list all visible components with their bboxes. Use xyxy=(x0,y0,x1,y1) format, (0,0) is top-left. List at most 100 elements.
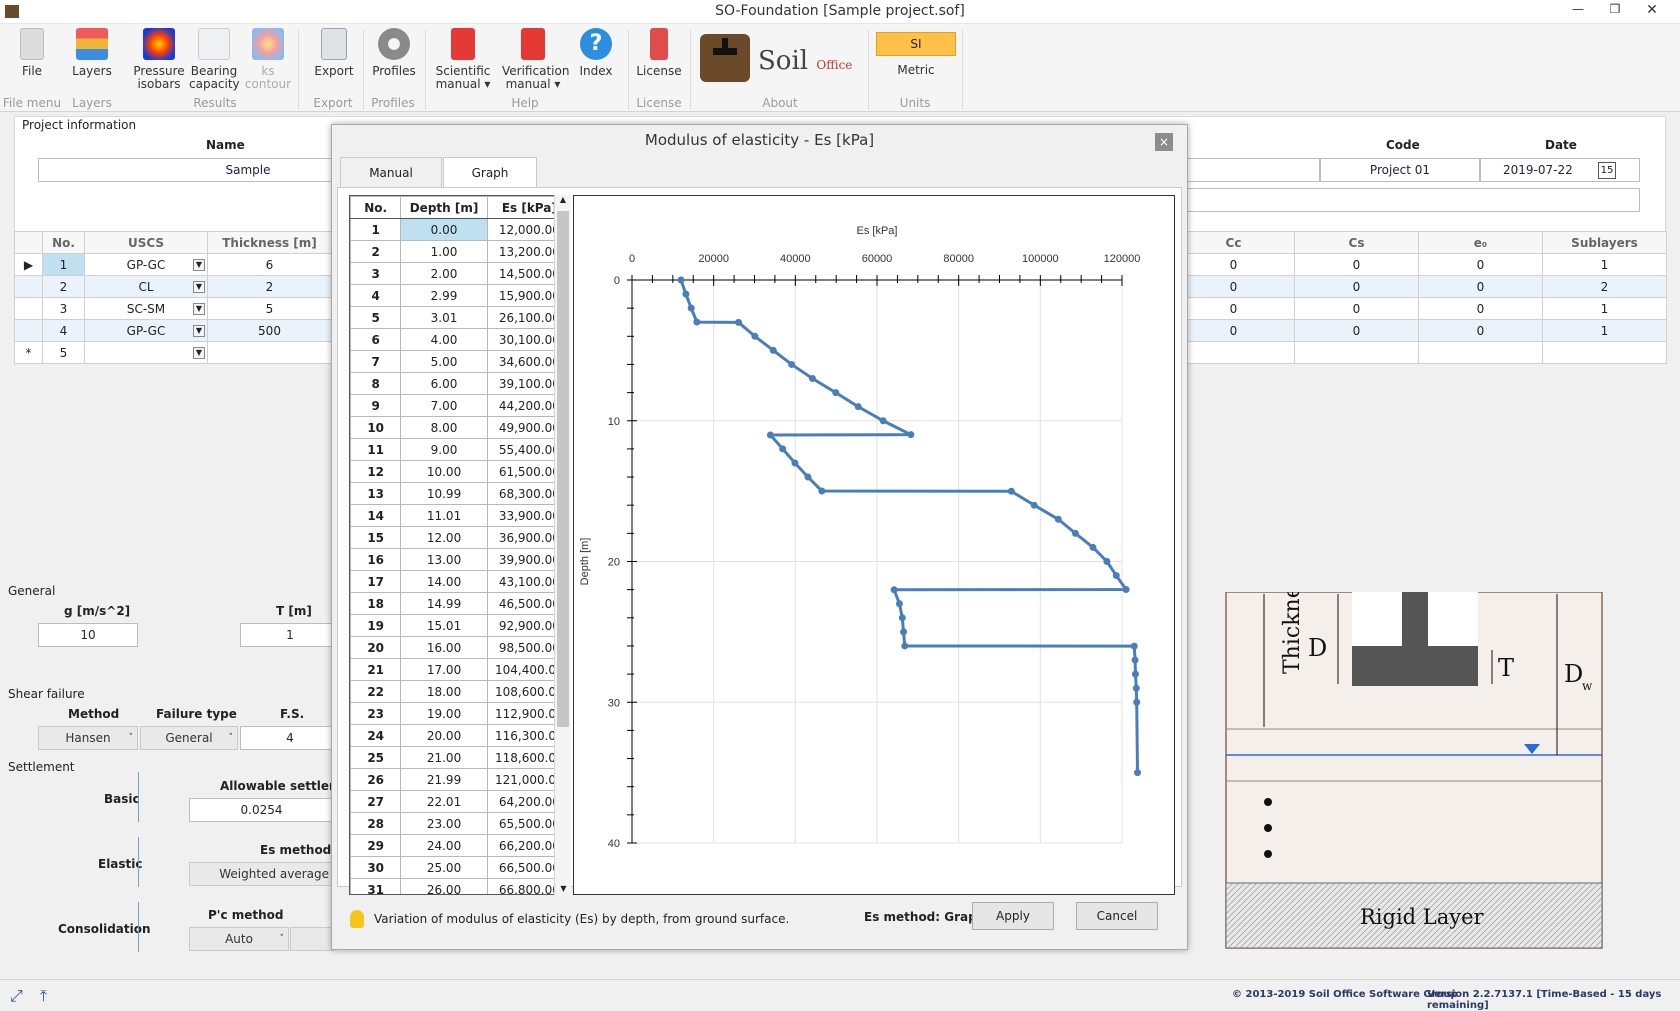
table-cell[interactable]: 0 xyxy=(1418,275,1543,298)
pressure-isobars-button[interactable]: Pressure isobars xyxy=(131,28,187,91)
depth-cell[interactable]: 14.99 xyxy=(400,592,488,615)
description-field[interactable] xyxy=(1180,158,1320,182)
table-cell[interactable]: 1 xyxy=(1542,319,1667,342)
es-table-row[interactable]: 23 19.00 112,900.00 xyxy=(350,702,570,725)
code-field[interactable]: Project 01 xyxy=(1320,158,1480,182)
uscs-cell[interactable]: GP-GC ▼ xyxy=(84,253,208,276)
es-table-row[interactable]: 21 17.00 104,400.00 xyxy=(350,658,570,681)
expand-icon[interactable]: ⤢ xyxy=(10,986,23,1006)
row-number[interactable]: 30 xyxy=(350,856,402,879)
notes-field[interactable] xyxy=(1180,188,1640,212)
table-cell[interactable]: 0 xyxy=(1172,297,1295,320)
fs-input[interactable]: 4 xyxy=(240,726,340,750)
depth-cell[interactable]: 14.00 xyxy=(400,570,488,593)
es-table-row[interactable]: 26 21.99 121,000.00 xyxy=(350,768,570,791)
depth-cell[interactable]: 4.00 xyxy=(400,328,488,351)
dropdown-icon[interactable]: ▼ xyxy=(193,303,205,315)
dialog-close-button[interactable]: × xyxy=(1155,133,1173,151)
thickness-cell[interactable]: 6 xyxy=(207,253,332,276)
row-number[interactable]: 2 xyxy=(350,240,402,263)
depth-cell[interactable]: 2.99 xyxy=(400,284,488,307)
row-number[interactable]: 27 xyxy=(350,790,402,813)
es-table-row[interactable]: 14 11.01 33,900.00 xyxy=(350,504,570,527)
es-table-row[interactable]: 22 18.00 108,600.00 xyxy=(350,680,570,703)
depth-cell[interactable]: 20.00 xyxy=(400,724,488,747)
table-cell[interactable] xyxy=(1418,341,1543,364)
table-cell[interactable]: 0 xyxy=(1172,253,1295,276)
depth-cell[interactable]: 2.00 xyxy=(400,262,488,285)
layer-no[interactable]: 5 xyxy=(42,341,85,364)
es-table-row[interactable]: 10 8.00 49,900.00 xyxy=(350,416,570,439)
row-number[interactable]: 16 xyxy=(350,548,402,571)
es-table-scrollbar[interactable]: ▲ ▼ xyxy=(554,195,571,895)
depth-cell[interactable]: 3.01 xyxy=(400,306,488,329)
row-number[interactable]: 26 xyxy=(350,768,402,791)
row-pointer[interactable] xyxy=(14,275,43,298)
col-sublayers[interactable]: Sublayers xyxy=(1542,231,1667,254)
depth-cell[interactable]: 10.00 xyxy=(400,460,488,483)
es-table-row[interactable]: 13 10.99 68,300.00 xyxy=(350,482,570,505)
es-table-row[interactable]: 28 23.00 65,500.00 xyxy=(350,812,570,835)
table-cell[interactable]: 0 xyxy=(1418,253,1543,276)
col-thickness[interactable]: Thickness [m] xyxy=(207,231,332,254)
depth-cell[interactable]: 6.00 xyxy=(400,372,488,395)
depth-cell[interactable]: 15.01 xyxy=(400,614,488,637)
es-table-row[interactable]: 27 22.01 64,200.00 xyxy=(350,790,570,813)
layer-no[interactable]: 1 xyxy=(42,253,85,276)
row-number[interactable]: 8 xyxy=(350,372,402,395)
table-cell[interactable]: 2 xyxy=(1542,275,1667,298)
pc-extra-field[interactable] xyxy=(290,927,334,951)
thickness-cell[interactable]: 2 xyxy=(207,275,332,298)
row-number[interactable]: 19 xyxy=(350,614,402,637)
col-cc[interactable]: Cc xyxy=(1172,231,1295,254)
es-table-row[interactable]: 25 21.00 118,600.00 xyxy=(350,746,570,769)
table-cell[interactable]: 0 xyxy=(1294,319,1419,342)
thickness-cell[interactable]: 5 xyxy=(207,297,332,320)
col-no[interactable]: No. xyxy=(350,196,402,219)
row-number[interactable]: 22 xyxy=(350,680,402,703)
row-number[interactable]: 17 xyxy=(350,570,402,593)
uscs-cell[interactable]: SC-SM ▼ xyxy=(84,297,208,320)
profiles-button[interactable]: Profiles xyxy=(372,28,416,78)
row-pointer[interactable] xyxy=(14,297,43,320)
es-table-row[interactable]: 30 25.00 66,500.00 xyxy=(350,856,570,879)
es-table-row[interactable]: 1 0.00 12,000.00 xyxy=(350,218,570,241)
date-field[interactable]: 2019-07-22 xyxy=(1480,158,1640,182)
failure-type-select[interactable]: General ˅ xyxy=(140,726,238,750)
cancel-button[interactable]: Cancel xyxy=(1076,902,1158,930)
col-e0[interactable]: e₀ xyxy=(1418,231,1543,254)
depth-cell[interactable]: 17.00 xyxy=(400,658,488,681)
row-number[interactable]: 3 xyxy=(350,262,402,285)
g-input[interactable]: 10 xyxy=(38,623,138,647)
col-uscs[interactable]: USCS xyxy=(84,231,208,254)
depth-cell[interactable]: 18.00 xyxy=(400,680,488,703)
close-icon[interactable]: ✕ xyxy=(1642,2,1662,18)
tab-manual[interactable]: Manual xyxy=(340,157,442,188)
index-button[interactable]: ? Index xyxy=(578,28,614,78)
row-number[interactable]: 18 xyxy=(350,592,402,615)
es-table-row[interactable]: 18 14.99 46,500.00 xyxy=(350,592,570,615)
row-number[interactable]: 7 xyxy=(350,350,402,373)
table-cell[interactable]: 0 xyxy=(1418,319,1543,342)
uscs-cell[interactable]: CL ▼ xyxy=(84,275,208,298)
layer-no[interactable]: 2 xyxy=(42,275,85,298)
table-cell[interactable]: 1 xyxy=(1542,297,1667,320)
table-cell[interactable]: 0 xyxy=(1294,297,1419,320)
table-cell[interactable]: 0 xyxy=(1418,297,1543,320)
col-depth[interactable]: Depth [m] xyxy=(400,196,488,219)
row-number[interactable]: 21 xyxy=(350,658,402,681)
es-table-row[interactable]: 24 20.00 116,300.00 xyxy=(350,724,570,747)
row-number[interactable]: 23 xyxy=(350,702,402,725)
col-no[interactable]: No. xyxy=(42,231,85,254)
row-number[interactable]: 6 xyxy=(350,328,402,351)
layer-no[interactable]: 4 xyxy=(42,319,85,342)
depth-cell[interactable]: 1.00 xyxy=(400,240,488,263)
row-number[interactable]: 28 xyxy=(350,812,402,835)
table-cell[interactable] xyxy=(1294,341,1419,364)
depth-cell[interactable]: 21.99 xyxy=(400,768,488,791)
depth-cell[interactable]: 21.00 xyxy=(400,746,488,769)
table-cell[interactable]: 0 xyxy=(1172,275,1295,298)
es-table-row[interactable]: 9 7.00 44,200.00 xyxy=(350,394,570,417)
row-number[interactable]: 24 xyxy=(350,724,402,747)
row-number[interactable]: 20 xyxy=(350,636,402,659)
